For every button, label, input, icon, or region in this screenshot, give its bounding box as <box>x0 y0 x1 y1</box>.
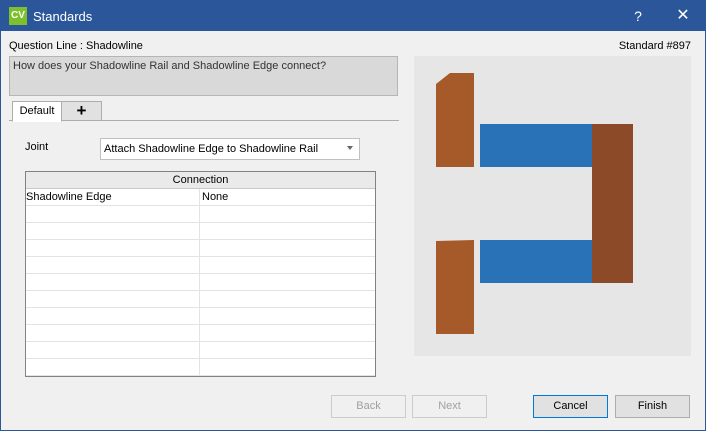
tab-default[interactable]: Default <box>12 101 62 122</box>
connection-name-cell <box>26 240 200 257</box>
connection-value-cell[interactable] <box>202 308 374 325</box>
help-button[interactable]: ? <box>618 1 658 31</box>
tab-divider <box>9 120 399 121</box>
joint-select[interactable]: Attach Shadowline Edge to Shadowline Rai… <box>100 138 360 160</box>
top-edge-profile <box>480 124 593 167</box>
top-rail-profile <box>436 73 474 167</box>
frame-profile <box>592 124 633 283</box>
connection-name-cell <box>26 257 200 274</box>
connection-value-cell[interactable] <box>202 274 374 291</box>
connection-table-header: Connection <box>26 172 375 189</box>
standards-dialog: CV Standards ? ✕ Question Line : Shadowl… <box>0 0 706 431</box>
joint-select-value: Attach Shadowline Edge to Shadowline Rai… <box>104 143 319 155</box>
bottom-rail-profile <box>436 240 474 334</box>
title-bar: CV Standards ? ✕ <box>1 1 705 31</box>
connection-value-cell[interactable] <box>202 223 374 240</box>
table-row[interactable] <box>26 308 375 325</box>
connection-name-cell <box>26 325 200 342</box>
table-row[interactable] <box>26 274 375 291</box>
connection-name-cell <box>26 308 200 325</box>
connection-name-cell <box>26 359 200 376</box>
joint-diagram <box>414 56 691 356</box>
connection-value-cell[interactable] <box>202 206 374 223</box>
cancel-button[interactable]: Cancel <box>533 395 608 418</box>
standard-number: Standard #897 <box>618 40 691 52</box>
connection-value-cell[interactable] <box>202 240 374 257</box>
table-row[interactable] <box>26 257 375 274</box>
chevron-down-icon <box>347 146 353 150</box>
connection-name-cell <box>26 342 200 359</box>
connection-table: Connection Shadowline Edge None <box>25 171 376 377</box>
app-icon: CV <box>9 7 27 25</box>
table-row[interactable]: Shadowline Edge None <box>26 189 375 206</box>
table-row[interactable] <box>26 223 375 240</box>
connection-name-cell <box>26 223 200 240</box>
question-line-label: Question Line : Shadowline <box>9 40 143 52</box>
bottom-edge-profile <box>480 240 593 283</box>
question-text-box: How does your Shadowline Rail and Shadow… <box>9 56 398 96</box>
connection-name-cell: Shadowline Edge <box>26 189 200 206</box>
close-button[interactable]: ✕ <box>663 1 703 31</box>
finish-button[interactable]: Finish <box>615 395 690 418</box>
table-row[interactable] <box>26 291 375 308</box>
joint-label: Joint <box>25 141 49 153</box>
connection-value-cell[interactable] <box>202 291 374 308</box>
connection-value-cell[interactable] <box>202 325 374 342</box>
connection-name-cell <box>26 291 200 308</box>
back-button[interactable]: Back <box>331 395 406 418</box>
table-row[interactable] <box>26 342 375 359</box>
add-tab-button[interactable]: + <box>61 101 102 121</box>
connection-value-cell[interactable]: None <box>202 189 374 206</box>
connection-name-cell <box>26 274 200 291</box>
connection-value-cell[interactable] <box>202 257 374 274</box>
window-title: Standards <box>33 9 93 24</box>
table-row[interactable] <box>26 206 375 223</box>
table-row[interactable] <box>26 240 375 257</box>
connection-value-cell[interactable] <box>202 359 374 376</box>
table-row[interactable] <box>26 359 375 376</box>
connection-value-cell[interactable] <box>202 342 374 359</box>
next-button[interactable]: Next <box>412 395 487 418</box>
table-row[interactable] <box>26 325 375 342</box>
connection-name-cell <box>26 206 200 223</box>
joint-preview <box>414 56 691 356</box>
